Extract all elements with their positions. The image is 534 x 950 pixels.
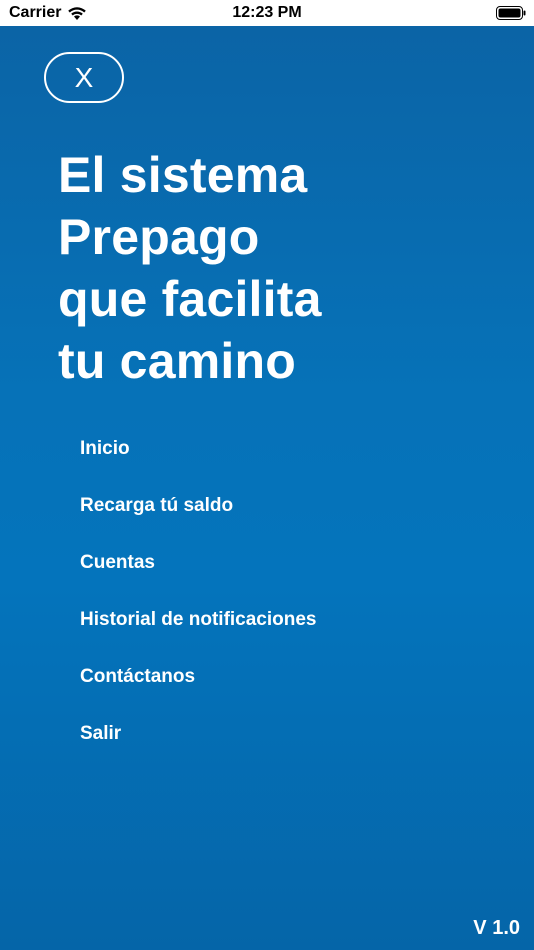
menu-item-inicio[interactable]: Inicio	[80, 420, 480, 477]
menu-item-salir[interactable]: Salir	[80, 705, 480, 762]
close-icon: X	[74, 61, 94, 93]
headline-line: tu camino	[58, 333, 296, 389]
headline-line: que facilita	[58, 271, 322, 327]
menu-item-cuentas[interactable]: Cuentas	[80, 534, 480, 591]
battery-icon	[496, 6, 526, 20]
menu-item-contactanos[interactable]: Contáctanos	[80, 648, 480, 705]
close-button[interactable]: X	[44, 52, 124, 103]
headline: El sistema Prepago que facilita tu camin…	[58, 144, 478, 392]
menu-item-historial[interactable]: Historial de notificaciones	[80, 591, 480, 648]
version-label: V 1.0	[473, 917, 520, 939]
headline-line: Prepago	[58, 209, 260, 265]
status-bar: Carrier 12:23 PM	[0, 0, 534, 26]
headline-line: El sistema	[58, 147, 308, 203]
navigation-menu: Inicio Recarga tú saldo Cuentas Historia…	[80, 420, 480, 762]
menu-item-recarga[interactable]: Recarga tú saldo	[80, 477, 480, 534]
status-time: 12:23 PM	[232, 4, 302, 21]
side-menu-panel: X El sistema Prepago que facilita tu cam…	[0, 26, 534, 950]
